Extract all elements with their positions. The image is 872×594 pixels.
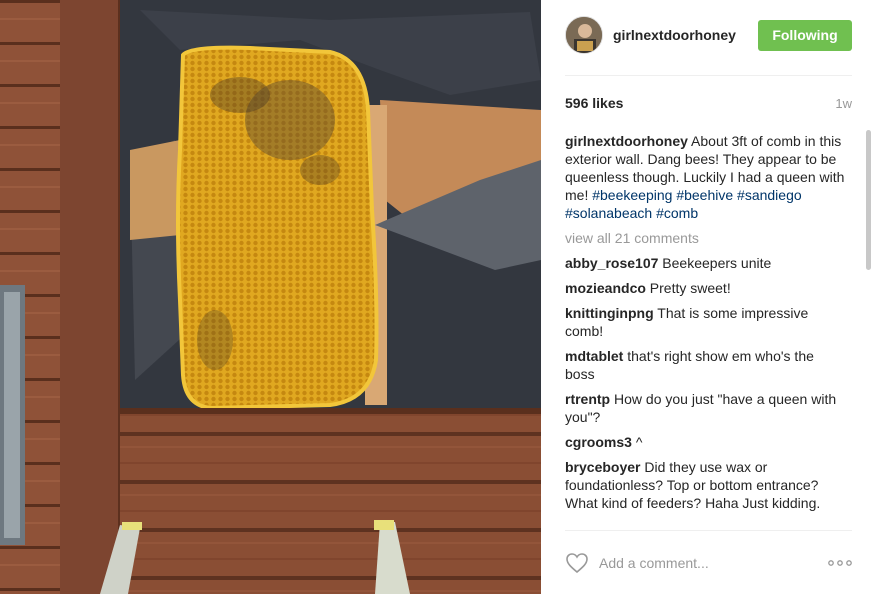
hashtag-link[interactable]: #sandiego [737,187,802,203]
hashtag-link[interactable]: #beehive [676,187,733,203]
post-timestamp[interactable]: 1w [835,96,852,111]
heart-outline-icon[interactable] [565,552,589,574]
post-username[interactable]: girlnextdoorhoney [613,27,736,43]
likes-count[interactable]: 596 likes [565,95,623,111]
following-button[interactable]: Following [758,20,852,51]
header-divider [565,75,852,76]
comment-username[interactable]: abby_rose107 [565,255,658,271]
comment-item: mdtablet that's right show em who's the … [565,347,845,383]
comment-username[interactable]: bryceboyer [565,459,640,475]
view-all-comments-link[interactable]: view all 21 comments [565,229,845,247]
comment-list: girlnextdoorhoney About 3ft of comb in t… [565,132,845,530]
comment-item: bryceboyer Did they use wax or foundatio… [565,458,845,512]
ellipsis-icon[interactable] [827,556,853,570]
comment-username[interactable]: knittinginpng [565,305,654,321]
comment-item: abby_rose107 Beekeepers unite [565,254,845,272]
comments-scrollbar[interactable] [866,130,871,270]
footer-divider [565,530,852,531]
post-details-panel: girlnextdoorhoney Following 596 likes 1w… [541,0,872,594]
comment-item: knittinginpng That is some impressive co… [565,304,845,340]
hashtag-link[interactable]: #comb [656,205,698,221]
comment-username[interactable]: mozieandco [565,280,646,296]
instagram-post-modal: girlnextdoorhoney Following 596 likes 1w… [0,0,872,594]
caption-username[interactable]: girlnextdoorhoney [565,133,688,149]
comment-username[interactable]: mdtablet [565,348,623,364]
comment-text: Beekeepers unite [662,255,772,271]
avatar[interactable] [565,16,603,54]
add-comment-input[interactable] [599,552,819,574]
post-photo[interactable] [0,0,541,594]
avatar-image [566,17,602,53]
caption: girlnextdoorhoney About 3ft of comb in t… [565,132,845,222]
hashtag-link[interactable]: #beekeeping [592,187,672,203]
comment-text: Pretty sweet! [649,280,731,296]
hashtag-link[interactable]: #solanabeach [565,205,652,221]
comment-username[interactable]: cgrooms3 [565,434,632,450]
comment-item: rtrentp How do you just "have a queen wi… [565,390,845,426]
comment-text: ^ [635,434,643,450]
post-header: girlnextdoorhoney Following [541,0,872,75]
comment-item: mozieandco Pretty sweet! [565,279,845,297]
comment-username[interactable]: rtrentp [565,391,610,407]
honeycomb-wall-image [0,0,541,594]
comment-item: cgrooms3 ^ [565,433,845,451]
